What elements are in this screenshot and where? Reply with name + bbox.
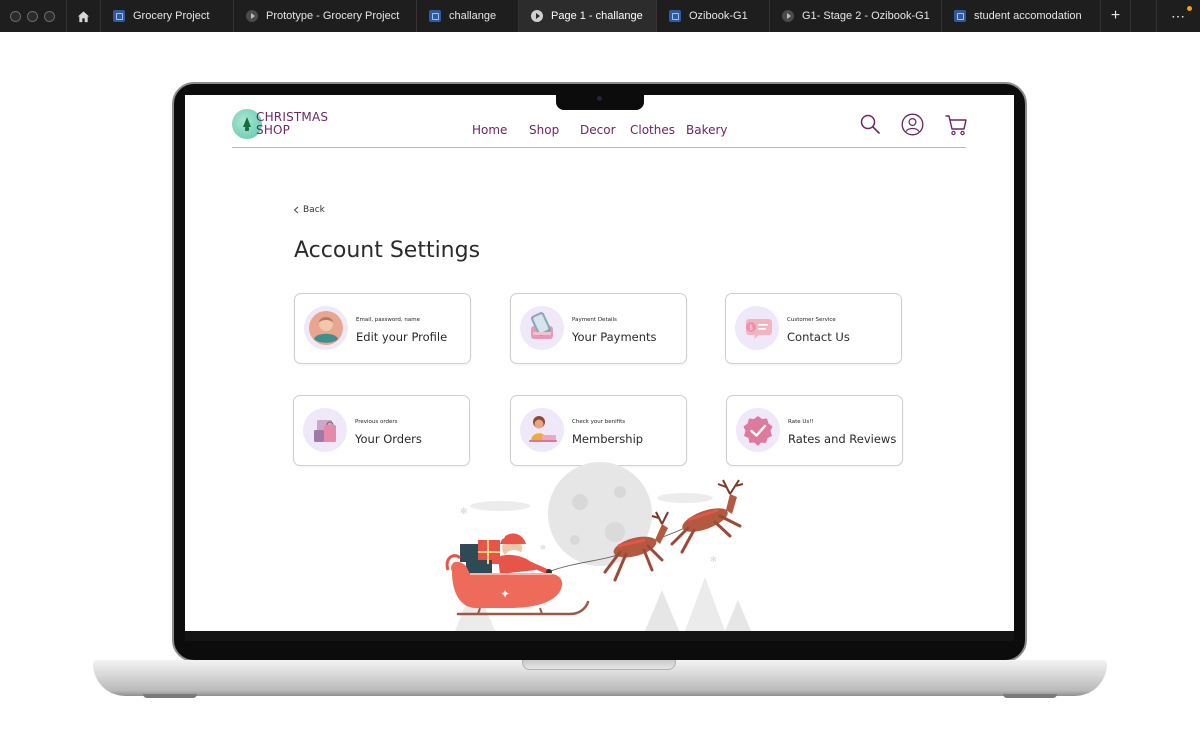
- file-icon: [429, 10, 441, 22]
- card-title: Your Orders: [355, 432, 422, 446]
- tab-grocery-project[interactable]: Grocery Project: [100, 0, 233, 32]
- svg-text:$: $: [749, 325, 753, 332]
- chat-bubble-icon: $: [746, 319, 772, 339]
- logo-line-2: SHOP: [256, 123, 291, 137]
- member-person-icon: [529, 416, 557, 442]
- laptop-foot-right: [1003, 694, 1057, 698]
- tab-label: Page 1 - challange: [551, 10, 643, 22]
- window-controls: [0, 0, 66, 32]
- page-title: Account Settings: [294, 238, 481, 263]
- play-icon: [782, 10, 794, 22]
- contact-us-card[interactable]: $ Customer Service Contact Us: [725, 293, 902, 364]
- shopping-bags-icon: [314, 420, 336, 442]
- tab-bar-spacer: [1130, 0, 1156, 32]
- tab-label: Grocery Project: [133, 10, 210, 22]
- card-sub-label: Check your benifits: [572, 419, 626, 425]
- notification-dot: [1187, 6, 1192, 11]
- tab-g1-stage-2-ozibook-g1[interactable]: G1- Stage 2 - Ozibook-G1: [769, 0, 941, 32]
- search-icon[interactable]: [859, 113, 881, 135]
- card-sub-label: Customer Service: [787, 317, 836, 323]
- laptop-base-notch: [522, 660, 676, 670]
- svg-text:✻: ✻: [710, 555, 717, 564]
- your-orders-card[interactable]: Previous orders Your Orders: [293, 395, 470, 466]
- file-icon: [669, 10, 681, 22]
- tab-student-accomodation[interactable]: student accomodation: [941, 0, 1100, 32]
- home-icon: [77, 10, 90, 22]
- zoom-window-button[interactable]: [44, 10, 55, 22]
- camera-lens: [597, 96, 602, 101]
- file-icon: [954, 10, 966, 22]
- icon-bubble: [520, 408, 564, 452]
- back-link[interactable]: Back: [293, 205, 325, 215]
- icon-bubble: [304, 306, 348, 350]
- payment-phone-icon: [530, 312, 553, 339]
- tab-label: student accomodation: [974, 10, 1082, 22]
- tab-label: Prototype - Grocery Project: [266, 10, 400, 22]
- tab-ozibook-g1[interactable]: Ozibook-G1: [656, 0, 769, 32]
- tab-challange[interactable]: challange: [416, 0, 518, 32]
- card-title: Membership: [572, 432, 644, 446]
- rates-and-reviews-card[interactable]: Rate Us!! Rates and Reviews: [726, 395, 903, 466]
- reindeer-icon: [670, 479, 744, 554]
- santa-sleigh-illustration: ✻ ✻ ✻ ✦: [445, 462, 751, 631]
- more-menu-button[interactable]: ⋯: [1156, 0, 1200, 32]
- nav-decor[interactable]: Decor: [580, 123, 616, 137]
- card-title: Your Payments: [572, 330, 657, 344]
- more-icon: ⋯: [1171, 7, 1186, 24]
- laptop-chin: [185, 631, 1014, 641]
- file-icon: [113, 10, 125, 22]
- play-icon: [246, 10, 258, 22]
- home-button[interactable]: [66, 0, 100, 32]
- edit-profile-card[interactable]: Email, password, name Edit your Profile: [294, 293, 471, 364]
- user-icon[interactable]: [901, 113, 924, 136]
- profile-avatar-icon: [309, 311, 343, 345]
- icon-bubble: $: [735, 306, 779, 350]
- new-tab-button[interactable]: +: [1100, 0, 1130, 32]
- card-sub-label: Email, password, name: [356, 317, 420, 323]
- card-sub-label: Previous orders: [355, 419, 398, 425]
- nav-shop[interactable]: Shop: [529, 123, 559, 137]
- app-tab-bar: Grocery Project Prototype - Grocery Proj…: [0, 0, 1200, 32]
- card-title: Rates and Reviews: [788, 432, 897, 446]
- tab-label: G1- Stage 2 - Ozibook-G1: [802, 10, 930, 22]
- membership-card[interactable]: Check your benifits Membership: [510, 395, 687, 466]
- laptop-foot-left: [143, 694, 197, 698]
- tab-prototype-grocery-project[interactable]: Prototype - Grocery Project: [233, 0, 416, 32]
- nav-clothes[interactable]: Clothes: [630, 123, 675, 137]
- cart-icon[interactable]: [944, 113, 968, 137]
- chevron-left-icon: [293, 206, 299, 214]
- card-title: Contact Us: [787, 330, 850, 344]
- nav-bakery[interactable]: Bakery: [686, 123, 728, 137]
- close-window-button[interactable]: [10, 10, 21, 22]
- card-title: Edit your Profile: [356, 330, 448, 344]
- icon-bubble: [736, 408, 780, 452]
- tab-label: challange: [449, 10, 497, 22]
- tab-page-1-challange[interactable]: Page 1 - challange ✕: [518, 0, 656, 32]
- site-logo-text[interactable]: CHRISTMAS SHOP: [256, 111, 336, 137]
- tab-label: Ozibook-G1: [689, 10, 748, 22]
- play-icon: [531, 10, 543, 22]
- nav-home[interactable]: Home: [472, 123, 507, 137]
- icon-bubble: [520, 306, 564, 350]
- svg-text:✻: ✻: [460, 507, 468, 517]
- card-sub-label: Rate Us!!: [788, 419, 814, 425]
- card-sub-label: Payment Details: [572, 317, 617, 323]
- check-badge-icon: [743, 416, 773, 446]
- your-payments-card[interactable]: Payment Details Your Payments: [510, 293, 687, 364]
- svg-text:✦: ✦: [500, 587, 510, 601]
- minimize-window-button[interactable]: [27, 10, 38, 22]
- svg-text:✻: ✻: [540, 544, 546, 552]
- back-label: Back: [303, 205, 325, 215]
- icon-bubble: [303, 408, 347, 452]
